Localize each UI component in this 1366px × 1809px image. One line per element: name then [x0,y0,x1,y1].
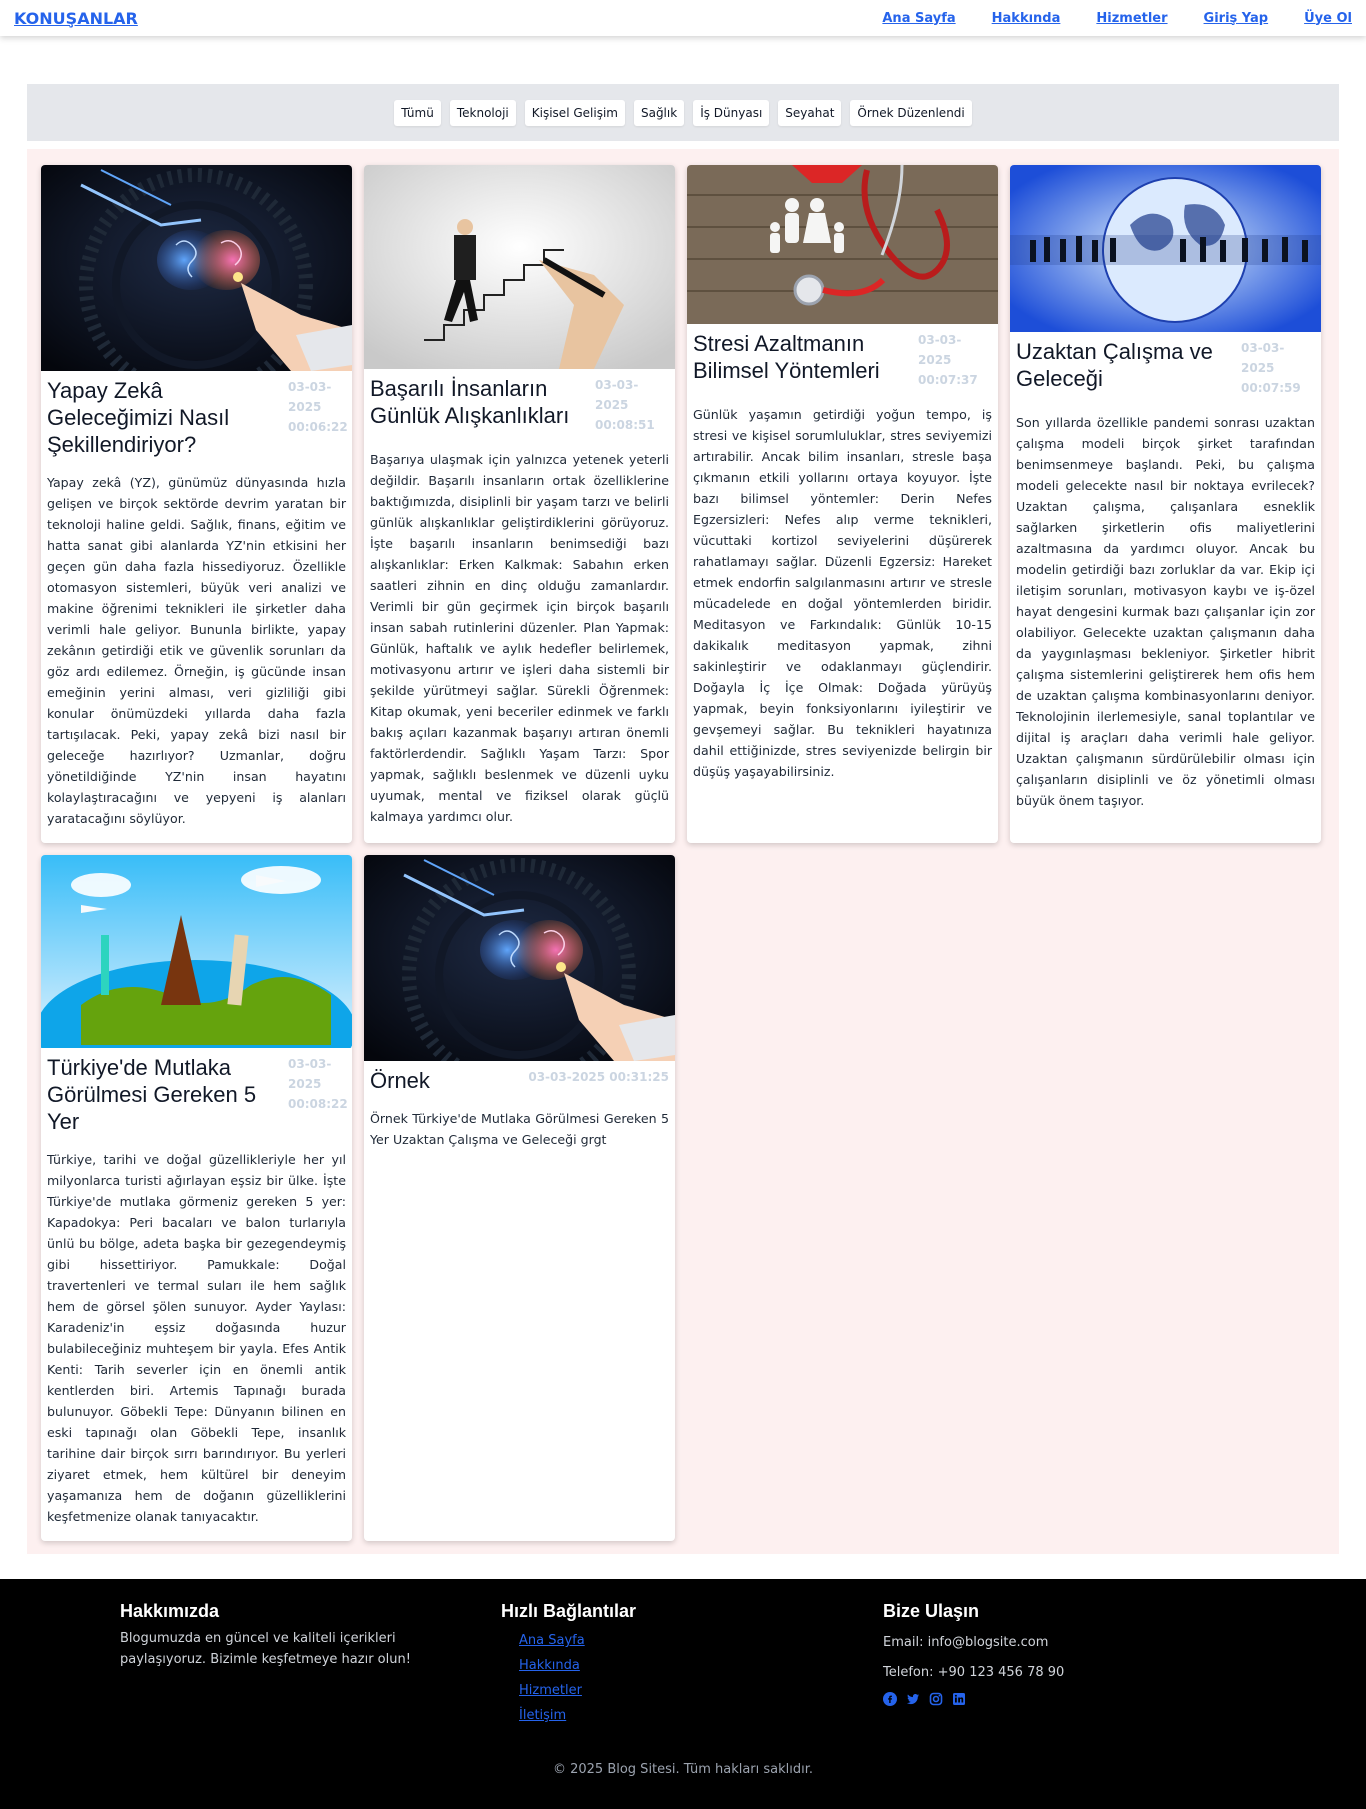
footer-link-services[interactable]: Hizmetler [519,1683,582,1698]
footer-about: Hakkımızda Blogumuzda en güncel ve kalit… [120,1601,470,1670]
post-excerpt: Son yıllarda özellikle pandemi sonrası u… [1016,415,1315,808]
footer-email: Email: info@blogsite.com [883,1635,1049,1650]
filter-business-button[interactable]: İş Dünyası [693,99,770,126]
post-excerpt: Örnek Türkiye'de Mutlaka Görülmesi Gerek… [370,1111,669,1147]
post-date: 03-03-2025 00:08:51 [595,378,655,432]
post-card[interactable]: Türkiye'de Mutlaka Görülmesi Gereken 5 Y… [41,855,352,1541]
linkedin-icon[interactable] [952,1692,966,1706]
filter-personal-development-button[interactable]: Kişisel Gelişim [524,99,625,126]
post-card[interactable]: Uzaktan Çalışma ve Geleceği 03-03-2025 0… [1010,165,1321,843]
post-title[interactable]: Stresi Azaltmanın Bilimsel Yöntemleri [693,330,912,384]
nav-home-link[interactable]: Ana Sayfa [882,11,955,26]
post-card[interactable]: Stresi Azaltmanın Bilimsel Yöntemleri 03… [687,165,998,843]
footer-phone: Telefon: +90 123 456 78 90 [883,1665,1065,1680]
footer-copyright: © 2025 Blog Sitesi. Tüm hakları saklıdır… [552,1762,814,1777]
footer-contact: Bize Ulaşın Email: info@blogsite.com Tel… [883,1601,1183,1706]
ai-brain-image [364,855,675,1061]
posts-grid: Yapay Zekâ Geleceğimizi Nasıl Şekillendi… [41,165,1325,1541]
post-title[interactable]: Türkiye'de Mutlaka Görülmesi Gereken 5 Y… [47,1054,282,1135]
post-title[interactable]: Örnek [370,1067,430,1094]
instagram-icon[interactable] [929,1692,943,1706]
post-title[interactable]: Uzaktan Çalışma ve Geleceği [1016,338,1235,392]
twitter-icon[interactable] [906,1692,920,1706]
footer-links-title: Hızlı Bağlantılar [501,1601,637,1621]
stairs-success-image [364,165,675,369]
filter-technology-button[interactable]: Teknoloji [449,99,516,126]
post-card[interactable]: Örnek 03-03-2025 00:31:25 Örnek Türkiye'… [364,855,675,1541]
social-links [883,1692,1183,1706]
brand-logo-link[interactable]: KONUŞANLAR [14,9,138,28]
world-landmarks-image [41,855,352,1048]
nav-services-link[interactable]: Hizmetler [1096,11,1167,26]
filter-health-button[interactable]: Sağlık [633,99,685,126]
site-footer: Hakkımızda Blogumuzda en güncel ve kalit… [0,1579,1366,1809]
post-excerpt: Başarıya ulaşmak için yalnızca yetenek y… [370,452,669,824]
post-date: 03-03-2025 00:07:59 [1241,341,1301,395]
footer-contact-title: Bize Ulaşın [883,1601,980,1621]
post-card[interactable]: Yapay Zekâ Geleceğimizi Nasıl Şekillendi… [41,165,352,843]
post-date: 03-03-2025 00:07:37 [918,333,978,387]
footer-link-home[interactable]: Ana Sayfa [519,1633,585,1648]
post-title[interactable]: Başarılı İnsanların Günlük Alışkanlıklar… [370,375,589,429]
globe-business-image [1010,165,1321,332]
footer-about-title: Hakkımızda [120,1601,220,1621]
family-stethoscope-image [687,165,998,324]
post-excerpt: Türkiye, tarihi ve doğal güzellikleriyle… [47,1152,346,1524]
footer-about-text: Blogumuzda en güncel ve kaliteli içerikl… [120,1631,411,1667]
footer-link-about[interactable]: Hakkında [519,1658,580,1673]
top-navbar: KONUŞANLAR Ana Sayfa Hakkında Hizmetler … [0,0,1366,36]
post-date: 03-03-2025 00:31:25 [528,1070,669,1084]
filter-example-button[interactable]: Örnek Düzenlendi [850,99,972,126]
post-title[interactable]: Yapay Zekâ Geleceğimizi Nasıl Şekillendi… [47,377,282,458]
nav-about-link[interactable]: Hakkında [992,11,1061,26]
filter-travel-button[interactable]: Seyahat [778,99,842,126]
footer-quick-links: Hızlı Bağlantılar Ana Sayfa Hakkında Hiz… [501,1601,801,1728]
filter-all-button[interactable]: Tümü [394,99,441,126]
nav-register-link[interactable]: Üye Ol [1304,11,1352,26]
post-date: 03-03-2025 00:06:22 [288,380,348,434]
post-card[interactable]: Başarılı İnsanların Günlük Alışkanlıklar… [364,165,675,843]
post-excerpt: Yapay zekâ (YZ), günümüz dünyasında hızl… [47,475,346,826]
posts-section: Yapay Zekâ Geleceğimizi Nasıl Şekillendi… [27,149,1339,1554]
main-nav: Ana Sayfa Hakkında Hizmetler Giriş Yap Ü… [882,11,1352,26]
facebook-icon[interactable] [883,1692,897,1706]
category-filter-bar: Tümü Teknoloji Kişisel Gelişim Sağlık İş… [27,84,1339,141]
post-excerpt: Günlük yaşamın getirdiği yoğun tempo, iş… [693,407,992,779]
footer-link-contact[interactable]: İletişim [519,1708,566,1723]
post-date: 03-03-2025 00:08:22 [288,1057,348,1111]
nav-login-link[interactable]: Giriş Yap [1204,11,1269,26]
ai-brain-image [41,165,352,371]
